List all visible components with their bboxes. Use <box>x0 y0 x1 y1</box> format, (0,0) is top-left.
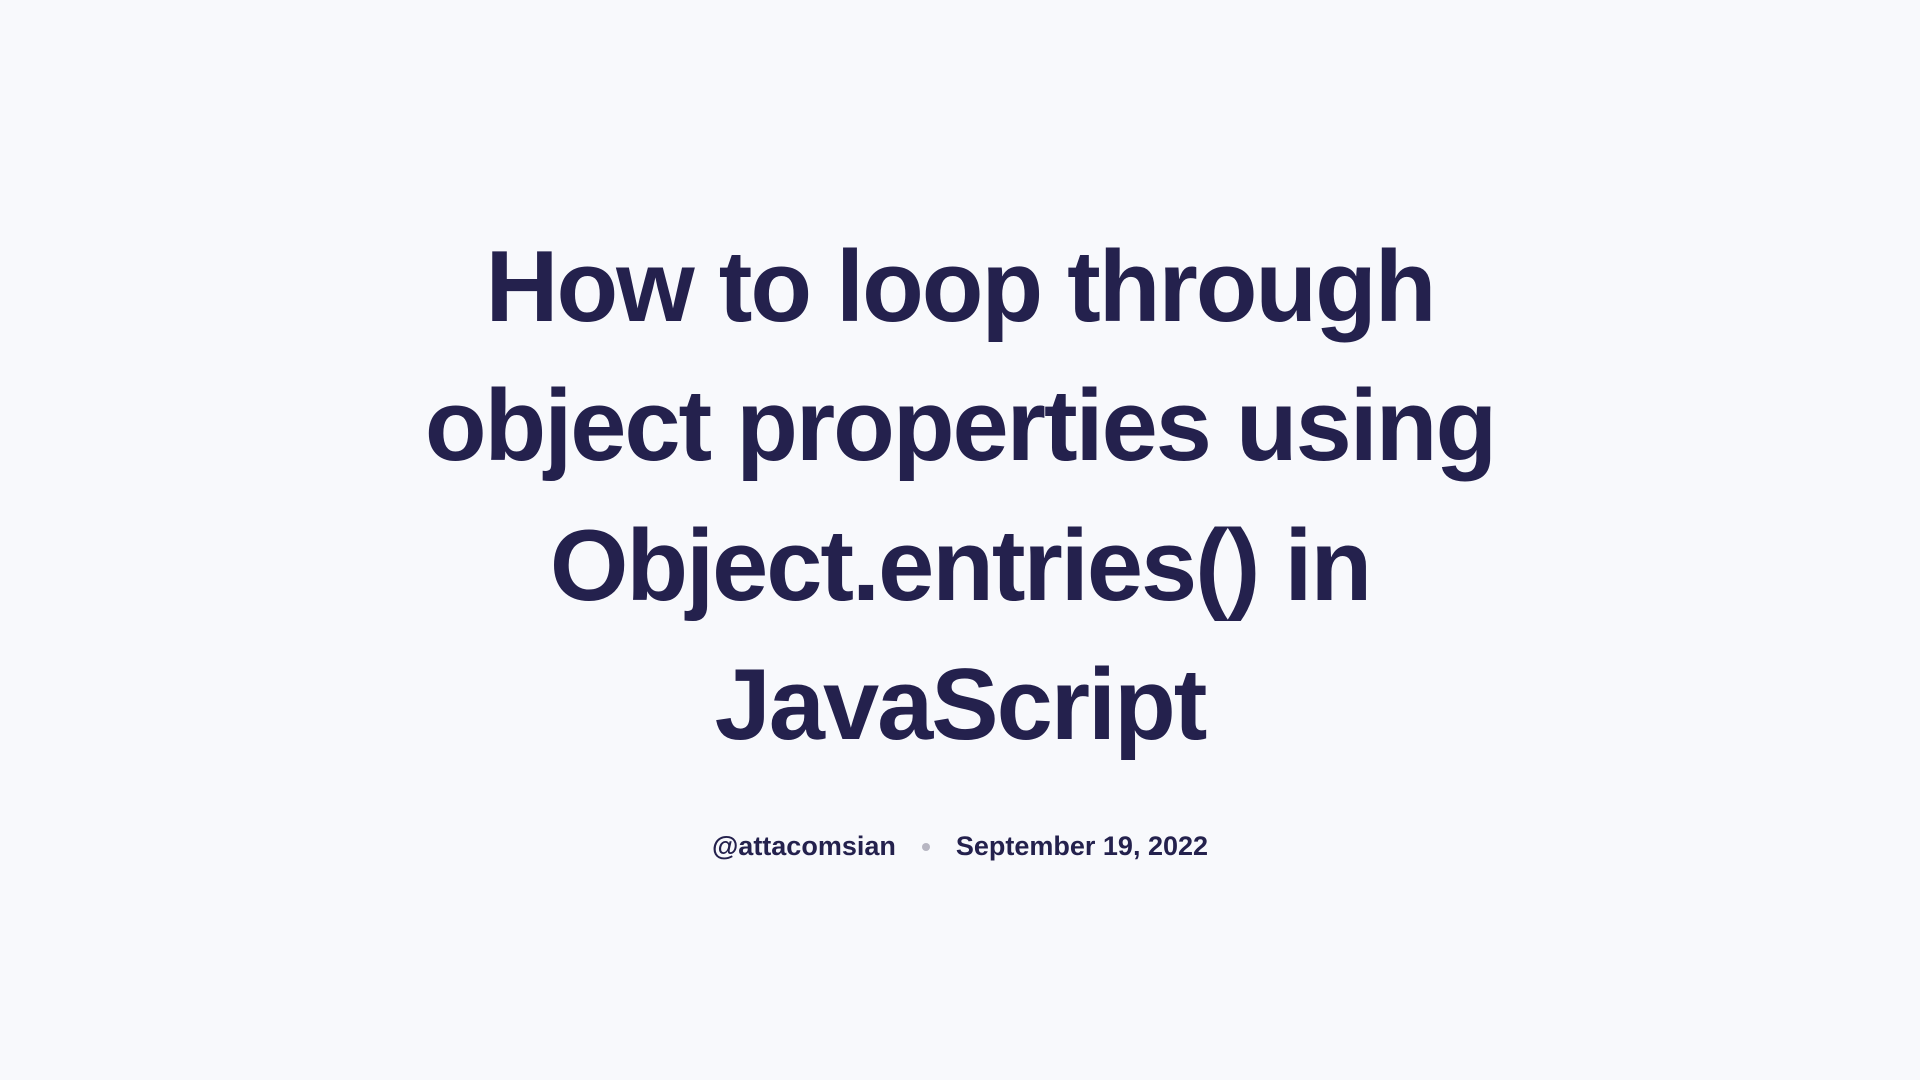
author-handle: @attacomsian <box>712 831 896 862</box>
post-date: September 19, 2022 <box>956 831 1208 862</box>
post-meta: @attacomsian September 19, 2022 <box>712 831 1208 862</box>
post-hero: How to loop through object properties us… <box>290 218 1630 863</box>
post-title: How to loop through object properties us… <box>330 218 1590 776</box>
separator-dot-icon <box>922 843 930 851</box>
